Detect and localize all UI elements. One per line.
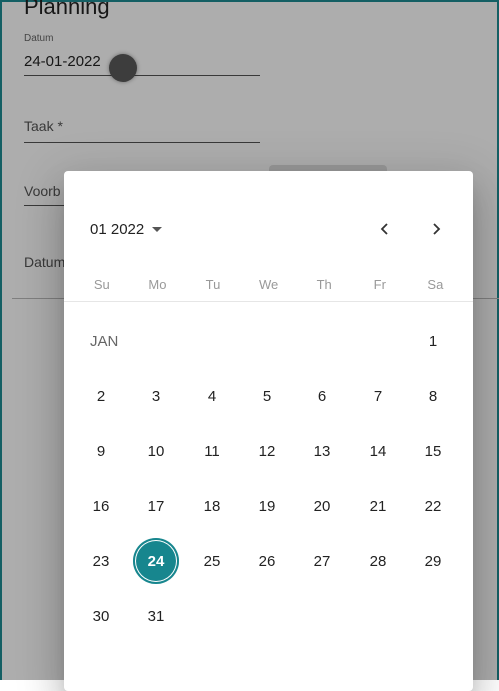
day-cell[interactable]: 15 <box>410 428 456 474</box>
chevron-right-icon <box>433 223 441 235</box>
weekday-header-row: Su Mo Tu We Th Fr Sa <box>74 277 470 292</box>
day-cell[interactable]: 30 <box>78 593 124 639</box>
day-cell[interactable]: 23 <box>78 538 124 584</box>
day-cell[interactable]: 9 <box>78 428 124 474</box>
day-cell[interactable]: 16 <box>78 483 124 529</box>
next-month-button[interactable] <box>422 215 450 243</box>
day-cell[interactable]: 11 <box>189 428 235 474</box>
day-cell[interactable]: 31 <box>133 593 179 639</box>
day-cell[interactable]: 29 <box>410 538 456 584</box>
weekday-label: Th <box>316 277 332 292</box>
caret-down-icon <box>152 226 163 232</box>
day-cell[interactable]: 21 <box>355 483 401 529</box>
day-cell[interactable]: 5 <box>244 373 290 419</box>
day-cell[interactable]: 12 <box>244 428 290 474</box>
day-cell[interactable]: 7 <box>355 373 401 419</box>
weekday-label: Su <box>93 277 110 292</box>
period-selector-button[interactable]: 01 2022 <box>90 219 163 239</box>
day-cell[interactable]: 6 <box>299 373 345 419</box>
day-cell[interactable]: 20 <box>299 483 345 529</box>
day-cell[interactable]: 17 <box>133 483 179 529</box>
chevron-left-icon <box>380 223 388 235</box>
selected-day-cell[interactable]: 24 <box>133 538 179 584</box>
weekday-label: Sa <box>427 277 444 292</box>
day-cell[interactable]: 25 <box>189 538 235 584</box>
weekday-label: We <box>258 277 279 292</box>
day-cell[interactable]: 8 <box>410 373 456 419</box>
weekday-label: Tu <box>205 277 221 292</box>
day-cell[interactable]: 28 <box>355 538 401 584</box>
day-cell[interactable]: 14 <box>355 428 401 474</box>
month-label: JAN <box>90 333 119 350</box>
day-cell[interactable]: 22 <box>410 483 456 529</box>
day-cell[interactable]: 13 <box>299 428 345 474</box>
weekday-label: Fr <box>373 277 386 292</box>
day-cell[interactable]: 10 <box>133 428 179 474</box>
previous-month-button[interactable] <box>371 215 399 243</box>
day-cell[interactable]: 1 <box>410 318 456 364</box>
day-cell[interactable]: 26 <box>244 538 290 584</box>
day-cell[interactable]: 18 <box>189 483 235 529</box>
day-cell[interactable]: 2 <box>78 373 124 419</box>
period-label: 01 2022 <box>90 220 145 238</box>
weekday-divider <box>64 301 473 302</box>
datepicker-dialog: 01 2022 Su Mo Tu We Th Fr Sa JAN 1234567… <box>64 171 473 691</box>
day-cell[interactable]: 27 <box>299 538 345 584</box>
weekday-label: Mo <box>148 277 167 292</box>
day-cell[interactable]: 4 <box>189 373 235 419</box>
day-cell[interactable]: 3 <box>133 373 179 419</box>
day-cell[interactable]: 19 <box>244 483 290 529</box>
